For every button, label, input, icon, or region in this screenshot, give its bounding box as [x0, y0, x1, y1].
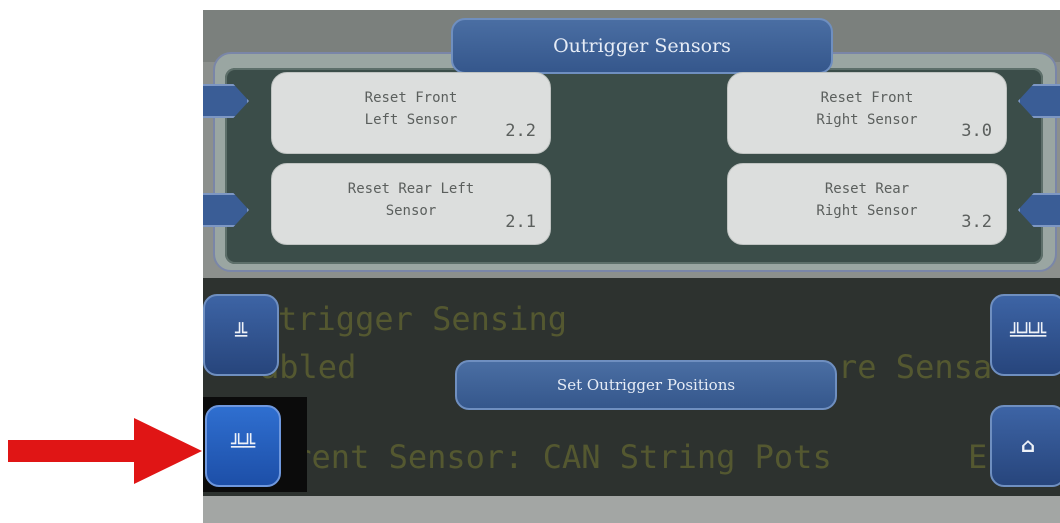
reset-rear-right-sensor-button[interactable]: Reset Rear Right Sensor 3.2	[727, 163, 1007, 245]
status-line-3b: E	[968, 438, 988, 476]
highlighted-outrigger-button[interactable]: ╩╩	[205, 405, 281, 487]
panel-title: Outrigger Sensors	[451, 18, 833, 74]
device-screen: Outrigger Sensors Reset Front Left Senso…	[203, 10, 1060, 523]
home-button[interactable]: ⌂	[990, 405, 1060, 487]
outrigger-single-button[interactable]: ╩	[203, 294, 279, 376]
annotation-arrow-icon	[8, 418, 202, 484]
bottom-strip	[203, 496, 1060, 523]
sensor-value: 2.2	[505, 121, 536, 141]
set-outrigger-positions-button[interactable]: Set Outrigger Positions	[455, 360, 837, 410]
reset-front-left-sensor-button[interactable]: Reset Front Left Sensor 2.2	[271, 72, 551, 154]
outrigger-multi-button[interactable]: ╩╩╩	[990, 294, 1060, 376]
sensor-value: 3.0	[961, 121, 992, 141]
home-icon: ⌂	[1020, 433, 1036, 457]
sensor-value: 2.1	[505, 212, 536, 232]
outrigger-single-icon: ╩	[234, 322, 248, 346]
reset-front-right-sensor-button[interactable]: Reset Front Right Sensor 3.0	[727, 72, 1007, 154]
status-line-1: trigger Sensing	[278, 300, 567, 338]
status-line-2b: re Sensa	[838, 348, 993, 386]
current-sensor-text: rrent Sensor: CAN String Pots	[273, 438, 832, 476]
outrigger-multi-icon: ╩╩╩	[1009, 322, 1047, 346]
sensor-value: 3.2	[961, 212, 992, 232]
outrigger-multi-icon: ╩╩	[230, 433, 256, 457]
reset-rear-left-sensor-button[interactable]: Reset Rear Left Sensor 2.1	[271, 163, 551, 245]
